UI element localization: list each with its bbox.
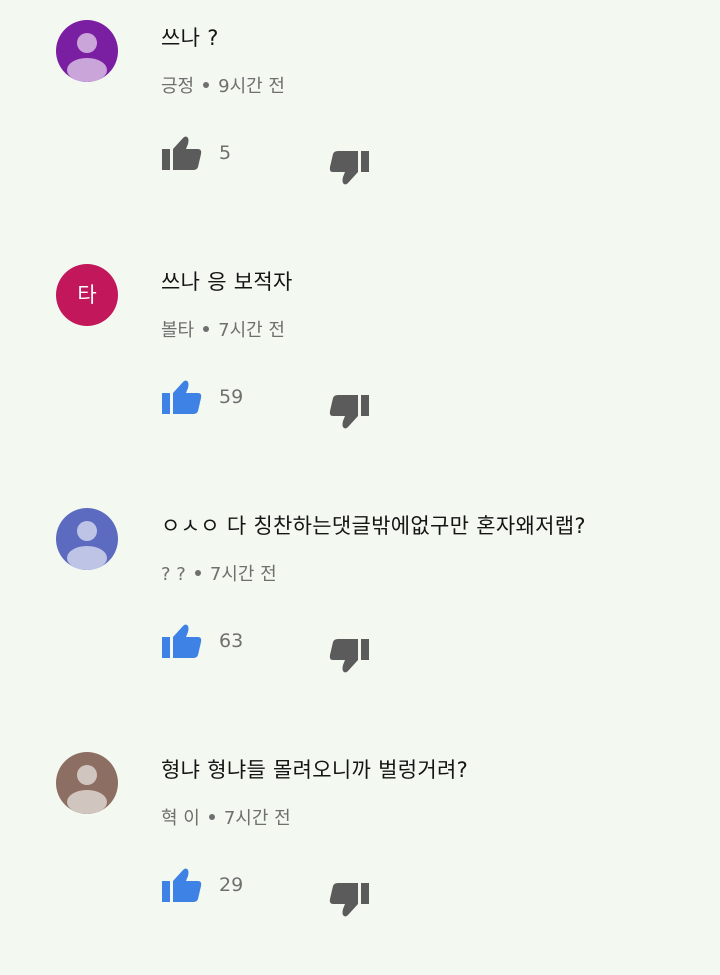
comment-text: ㅇㅅㅇ 다 칭찬하는댓글밖에없구만 혼자왜저랩? xyxy=(161,514,586,538)
dislike-button[interactable] xyxy=(328,147,370,187)
separator-dot xyxy=(203,326,210,332)
thumbs-up-icon xyxy=(162,868,202,902)
thumbs-down-icon xyxy=(329,395,369,429)
comment-time: 7시간 전 xyxy=(223,808,291,829)
comment-text: 쓰나 응 보적자 xyxy=(161,270,293,294)
like-count: 59 xyxy=(219,386,244,408)
thumbs-down-icon xyxy=(329,883,369,917)
comment-item: 타 쓰나 응 보적자 볼타 7시간 전 59 xyxy=(0,244,720,487)
thumbs-down-icon xyxy=(329,151,369,185)
thumbs-down-icon xyxy=(329,639,369,673)
comment-item: 형냐 형냐들 몰려오니까 벌렁거려? 혁 이 7시간 전 29 xyxy=(0,732,720,975)
avatar[interactable] xyxy=(56,20,118,82)
dislike-button[interactable] xyxy=(328,391,370,431)
like-count: 63 xyxy=(219,630,244,652)
separator-dot xyxy=(208,814,215,820)
avatar[interactable] xyxy=(56,508,118,570)
thumbs-up-icon xyxy=(162,136,202,170)
comment-time: 7시간 전 xyxy=(218,320,285,341)
comment-meta: ? ? 7시간 전 xyxy=(161,560,277,586)
like-button[interactable] xyxy=(161,134,203,174)
thumbs-up-icon xyxy=(162,380,202,414)
comment-item: 쓰나 ? 긍정 9시간 전 5 xyxy=(0,0,720,243)
comment-meta: 혁 이 7시간 전 xyxy=(161,804,291,830)
comment-author[interactable]: ? ? xyxy=(161,564,186,585)
avatar[interactable]: 타 xyxy=(56,264,118,326)
person-icon xyxy=(67,33,107,82)
like-button[interactable] xyxy=(161,866,203,906)
comment-text: 형냐 형냐들 몰려오니까 벌렁거려? xyxy=(161,758,469,782)
like-count: 29 xyxy=(219,874,244,896)
thumbs-up-icon xyxy=(162,624,202,658)
separator-dot xyxy=(194,570,201,576)
like-button[interactable] xyxy=(161,622,203,662)
comment-item: ㅇㅅㅇ 다 칭찬하는댓글밖에없구만 혼자왜저랩? ? ? 7시간 전 63 xyxy=(0,488,720,731)
person-icon xyxy=(67,521,107,570)
person-icon xyxy=(67,765,107,814)
like-button[interactable] xyxy=(161,378,203,418)
comment-meta: 볼타 7시간 전 xyxy=(161,316,285,342)
comment-time: 9시간 전 xyxy=(218,76,285,97)
comment-time: 7시간 전 xyxy=(209,564,277,585)
avatar-initial: 타 xyxy=(77,283,97,307)
comment-text: 쓰나 ? xyxy=(161,26,219,50)
separator-dot xyxy=(203,82,210,88)
comment-author[interactable]: 혁 이 xyxy=(161,808,200,829)
dislike-button[interactable] xyxy=(328,635,370,675)
comment-author[interactable]: 긍정 xyxy=(161,76,194,97)
avatar[interactable] xyxy=(56,752,118,814)
comment-author[interactable]: 볼타 xyxy=(161,320,194,341)
like-count: 5 xyxy=(219,142,232,164)
dislike-button[interactable] xyxy=(328,879,370,919)
comment-meta: 긍정 9시간 전 xyxy=(161,72,285,98)
